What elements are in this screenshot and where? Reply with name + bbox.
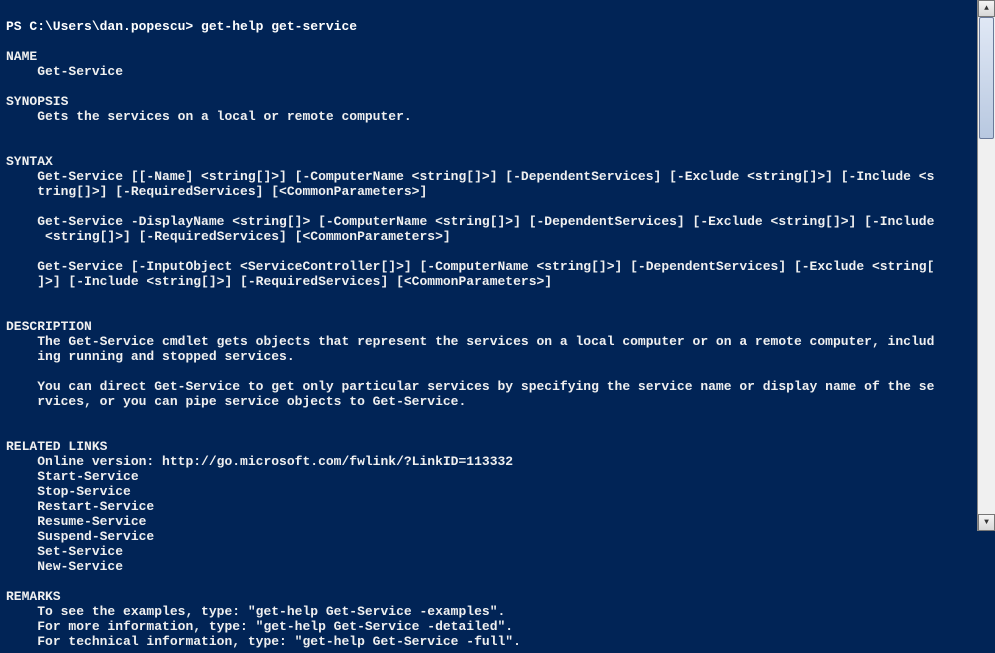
syntax-block-3: Get-Service [-InputObject <ServiceContro… [6,259,934,289]
remarks-line-2: For more information, type: "get-help Ge… [6,619,513,634]
scroll-track[interactable] [978,17,995,514]
section-name-value: Get-Service [6,64,123,79]
link-online-version: Online version: http://go.microsoft.com/… [6,454,521,469]
remarks-line-3: For technical information, type: "get-he… [6,634,521,649]
link-suspend-service: Suspend-Service [6,529,162,544]
prompt-line: PS C:\Users\dan.popescu> get-help get-se… [6,19,357,34]
syntax-block-2: Get-Service -DisplayName <string[]> [-Co… [6,214,934,244]
section-synopsis-value: Gets the services on a local or remote c… [6,109,412,124]
link-stop-service: Stop-Service [6,484,139,499]
section-description-header: DESCRIPTION [6,319,92,334]
vertical-scrollbar[interactable]: ▲ ▼ [977,0,995,531]
link-new-service: New-Service [6,559,131,574]
section-name-header: NAME [6,49,37,64]
syntax-block-1: Get-Service [[-Name] <string[]>] [-Compu… [6,169,934,199]
scroll-up-button[interactable]: ▲ [978,0,995,17]
section-related-links-header: RELATED LINKS [6,439,107,454]
scroll-down-button[interactable]: ▼ [978,514,995,531]
link-start-service: Start-Service [6,469,146,484]
section-synopsis-header: SYNOPSIS [6,94,68,109]
description-para-2: You can direct Get-Service to get only p… [6,379,934,409]
chevron-down-icon: ▼ [984,515,989,530]
scroll-thumb[interactable] [979,17,994,139]
link-set-service: Set-Service [6,544,131,559]
terminal-output[interactable]: PS C:\Users\dan.popescu> get-help get-se… [0,0,995,653]
section-syntax-header: SYNTAX [6,154,53,169]
description-para-1: The Get-Service cmdlet gets objects that… [6,334,934,364]
chevron-up-icon: ▲ [984,1,989,16]
link-restart-service: Restart-Service [6,499,162,514]
remarks-line-1: To see the examples, type: "get-help Get… [6,604,505,619]
link-resume-service: Resume-Service [6,514,154,529]
section-remarks-header: REMARKS [6,589,61,604]
